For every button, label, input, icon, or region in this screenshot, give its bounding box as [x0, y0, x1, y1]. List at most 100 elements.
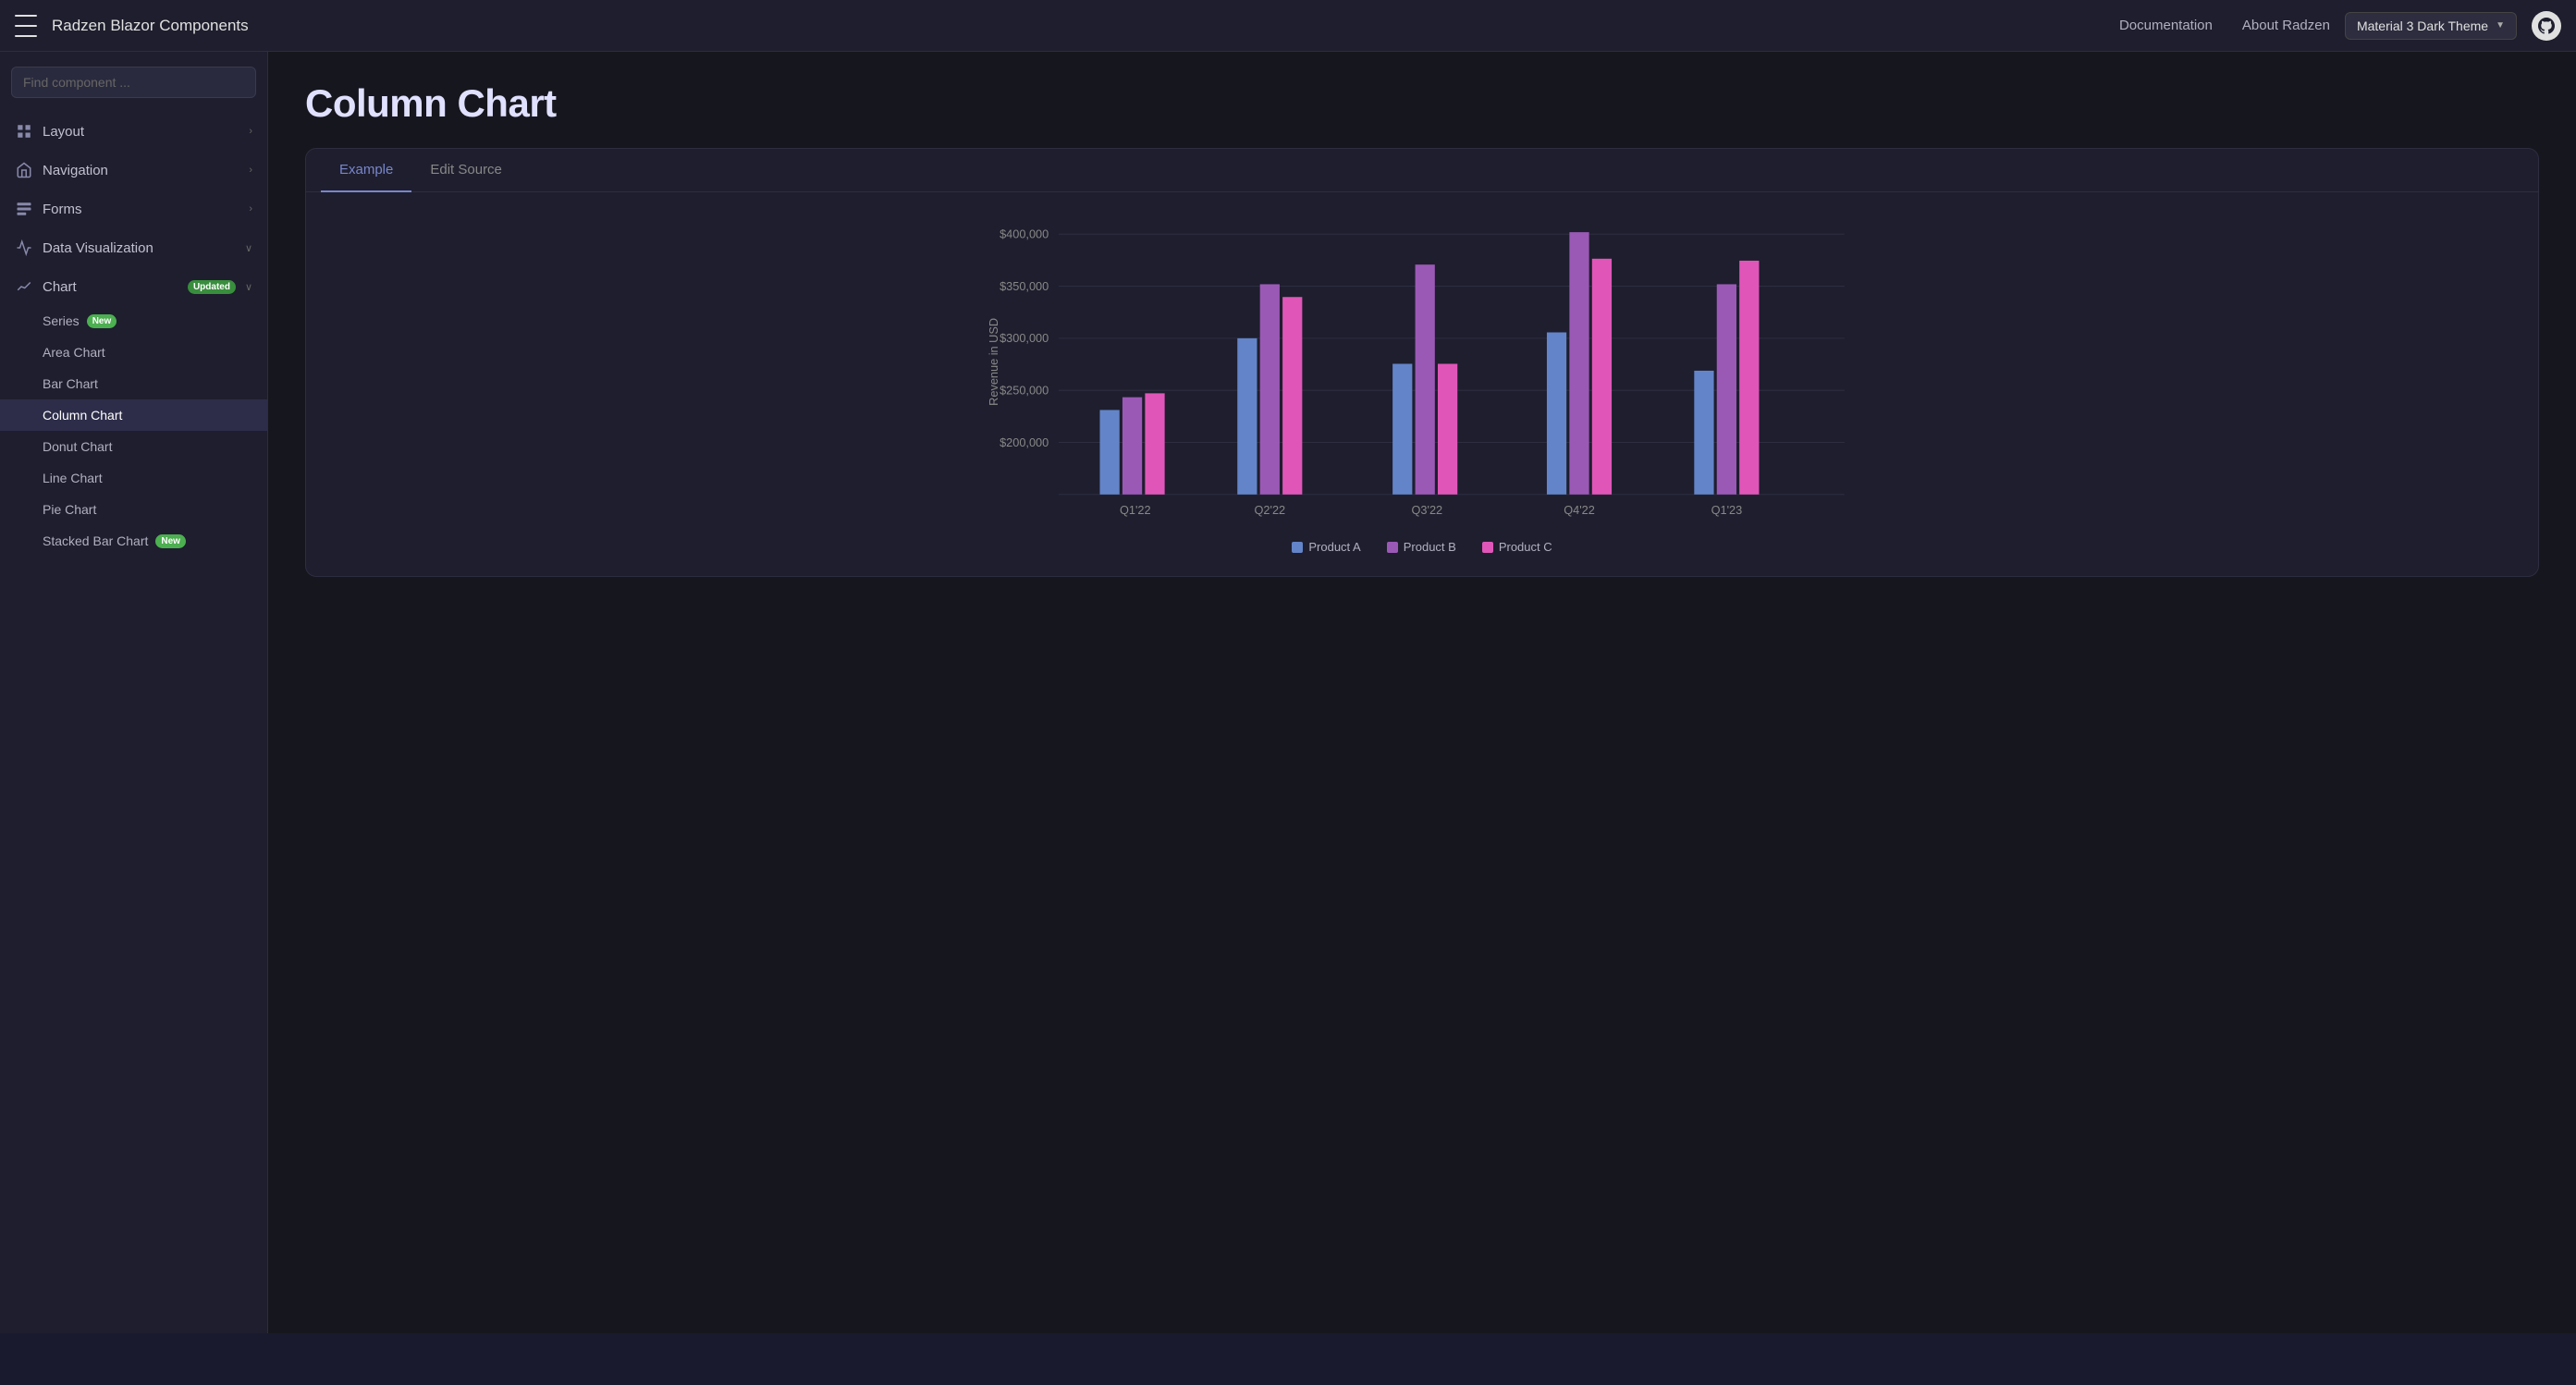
x-label-q1-23: Q1'23 [1711, 503, 1743, 517]
legend-color-c [1482, 542, 1493, 553]
legend-label-a: Product A [1308, 540, 1360, 554]
sidebar-item-bar-chart[interactable]: Bar Chart [0, 368, 267, 399]
bar-q1-23-c [1739, 261, 1759, 495]
documentation-link[interactable]: Documentation [2119, 18, 2213, 33]
chevron-down-icon: ▼ [2496, 20, 2505, 31]
chart-card: Example Edit Source [305, 148, 2539, 577]
main-content: Column Chart Example Edit Source [268, 52, 2576, 1333]
line-chart-icon [15, 277, 33, 296]
chevron-down-icon: ∨ [245, 242, 252, 254]
chart-legend: Product A Product B Product C [321, 540, 2523, 561]
legend-color-a [1292, 542, 1303, 553]
nav-group-navigation-header[interactable]: Navigation › [0, 152, 267, 189]
chart-area: $400,000 $350,000 $300,000 $250,000 $200… [306, 192, 2538, 576]
about-link[interactable]: About Radzen [2242, 18, 2330, 33]
chart-svg: $400,000 $350,000 $300,000 $250,000 $200… [321, 214, 2523, 529]
sidebar-item-area-chart[interactable]: Area Chart [0, 337, 267, 368]
sidebar-item-series[interactable]: Series New [0, 305, 267, 337]
stacked-bar-chart-label: Stacked Bar Chart [43, 533, 148, 548]
sidebar-item-donut-chart[interactable]: Donut Chart [0, 431, 267, 462]
theme-selector[interactable]: Material 3 Dark Theme ▼ [2345, 12, 2517, 40]
page-title: Column Chart [305, 81, 2539, 126]
nav-group-forms: Forms › [0, 190, 267, 227]
bar-chart-label: Bar Chart [43, 376, 98, 391]
bar-q1-a [1100, 410, 1120, 494]
svg-text:$350,000: $350,000 [1000, 279, 1049, 293]
top-nav: Radzen Blazor Components Documentation A… [0, 0, 2576, 52]
nav-group-chart-label: Chart [43, 279, 178, 295]
area-chart-label: Area Chart [43, 345, 105, 360]
pie-chart-label: Pie Chart [43, 502, 96, 517]
sidebar-item-line-chart[interactable]: Line Chart [0, 462, 267, 494]
chart-sub-items: Series New Area Chart Bar Chart Column C… [0, 305, 267, 557]
x-label-q1-22: Q1'22 [1120, 503, 1151, 517]
chart-container: $400,000 $350,000 $300,000 $250,000 $200… [321, 214, 2523, 529]
nav-group-data-viz-label: Data Visualization [43, 240, 236, 256]
sidebar-item-column-chart[interactable]: Column Chart [0, 399, 267, 431]
legend-label-b: Product B [1404, 540, 1456, 554]
chevron-icon: › [249, 203, 252, 214]
nav-links: Documentation About Radzen [2119, 18, 2330, 33]
app-layout: Layout › Navigation › [0, 52, 2576, 1333]
sidebar: Layout › Navigation › [0, 52, 268, 1333]
brand-name: Radzen Blazor Components [52, 17, 2104, 35]
search-input[interactable] [11, 67, 256, 98]
nav-icon [15, 161, 33, 179]
chevron-icon: › [249, 126, 252, 137]
legend-item-c: Product C [1482, 540, 1552, 554]
sidebar-item-stacked-bar-chart[interactable]: Stacked Bar Chart New [0, 525, 267, 557]
nav-group-layout: Layout › [0, 113, 267, 150]
chart-updated-badge: Updated [188, 280, 236, 294]
nav-group-layout-header[interactable]: Layout › [0, 113, 267, 150]
tab-bar: Example Edit Source [306, 149, 2538, 192]
tab-example[interactable]: Example [321, 149, 411, 192]
nav-group-navigation-label: Navigation [43, 163, 239, 178]
x-label-q2-22: Q2'22 [1255, 503, 1286, 517]
bar-q2-b [1260, 284, 1280, 494]
bar-q3-c [1438, 364, 1457, 495]
stacked-bar-new-badge: New [155, 534, 186, 548]
bar-q4-c [1592, 259, 1612, 495]
line-chart-label: Line Chart [43, 471, 103, 485]
nav-group-forms-label: Forms [43, 202, 239, 217]
bar-q2-c [1282, 297, 1302, 495]
svg-text:$300,000: $300,000 [1000, 331, 1049, 345]
bar-q3-b [1416, 264, 1435, 495]
x-label-q4-22: Q4'22 [1564, 503, 1595, 517]
nav-group-layout-label: Layout [43, 124, 239, 140]
legend-color-b [1387, 542, 1398, 553]
donut-chart-label: Donut Chart [43, 439, 112, 454]
svg-text:$400,000: $400,000 [1000, 227, 1049, 241]
nav-group-chart-header[interactable]: Chart Updated ∨ [0, 268, 267, 305]
bar-q4-a [1547, 333, 1566, 495]
nav-group-data-viz-header[interactable]: Data Visualization ∨ [0, 229, 267, 266]
series-new-badge: New [87, 314, 117, 328]
legend-item-b: Product B [1387, 540, 1456, 554]
chevron-icon: › [249, 165, 252, 176]
bar-q4-b [1569, 232, 1589, 495]
hamburger-button[interactable] [15, 15, 37, 37]
tab-edit-source[interactable]: Edit Source [411, 149, 521, 192]
bar-q1-23-a [1694, 371, 1713, 495]
data-viz-icon [15, 239, 33, 257]
column-chart-label: Column Chart [43, 408, 122, 423]
nav-group-navigation: Navigation › [0, 152, 267, 189]
svg-text:$200,000: $200,000 [1000, 435, 1049, 449]
legend-label-c: Product C [1499, 540, 1552, 554]
grid-icon [15, 122, 33, 141]
bar-q3-a [1392, 364, 1412, 495]
nav-group-chart: Chart Updated ∨ Series New Area Chart Ba… [0, 268, 267, 557]
chevron-down-icon: ∨ [245, 281, 252, 293]
legend-item-a: Product A [1292, 540, 1360, 554]
nav-group-forms-header[interactable]: Forms › [0, 190, 267, 227]
bar-q1-c [1145, 393, 1164, 494]
x-label-q3-22: Q3'22 [1412, 503, 1443, 517]
svg-text:Revenue in USD: Revenue in USD [987, 318, 1000, 406]
svg-text:$250,000: $250,000 [1000, 383, 1049, 397]
bar-q1-b [1122, 398, 1142, 495]
bar-q2-a [1237, 338, 1257, 495]
forms-icon [15, 200, 33, 218]
sidebar-item-pie-chart[interactable]: Pie Chart [0, 494, 267, 525]
series-label: Series [43, 313, 80, 328]
github-icon[interactable] [2532, 11, 2561, 41]
